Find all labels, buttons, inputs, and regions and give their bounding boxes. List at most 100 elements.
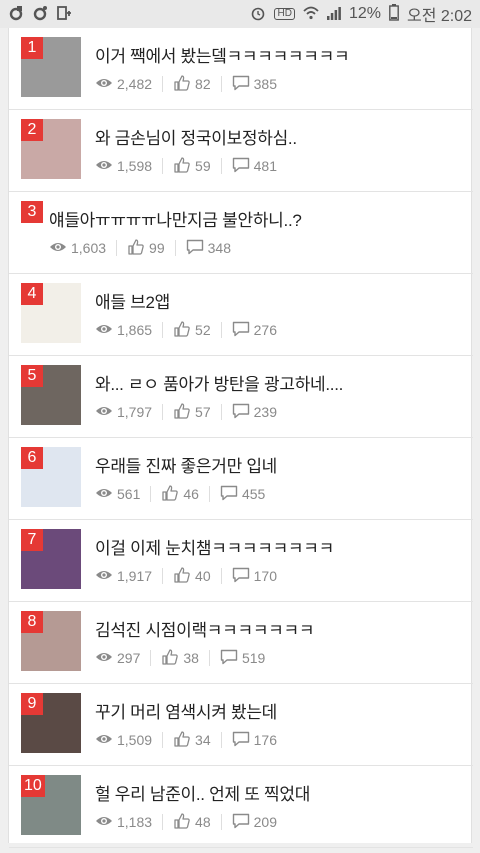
view-count-value: 561 — [117, 486, 141, 502]
rank-badge: 10 — [21, 775, 45, 797]
like-count-value: 52 — [195, 322, 211, 338]
view-count: 1,509 — [95, 731, 152, 750]
post-title[interactable]: 이걸 이제 눈치챔ㅋㅋㅋㅋㅋㅋㅋㅋ — [95, 534, 334, 559]
like-count-value: 38 — [183, 650, 199, 666]
view-count: 1,603 — [49, 239, 106, 258]
like-count: 34 — [173, 730, 211, 750]
post-stats: 1,603 99 348 — [49, 238, 231, 258]
view-count-value: 2,482 — [117, 76, 153, 92]
battery-icon — [389, 4, 399, 24]
thumbs-up-icon — [161, 648, 179, 668]
comment-count: 276 — [232, 321, 277, 340]
post-item[interactable]: 1 이거 짹에서 봤는뎈ㅋㅋㅋㅋㅋㅋㅋㅋ 2,482 82 385 — [9, 28, 473, 110]
stat-divider — [150, 486, 152, 502]
post-stats: 561 46 455 — [95, 484, 265, 504]
stat-divider — [220, 322, 222, 338]
view-count-value: 1,509 — [117, 732, 153, 748]
view-count-value: 1,797 — [117, 404, 153, 420]
post-stats: 1,598 59 481 — [95, 156, 277, 176]
camera-icon — [32, 5, 48, 24]
post-item[interactable]: 9 꾸기 머리 염색시켜 봤는데 1,509 34 176 — [9, 684, 473, 766]
comment-icon — [232, 813, 250, 832]
comment-count: 170 — [232, 567, 277, 586]
stat-divider — [162, 76, 164, 92]
comment-icon — [232, 567, 250, 586]
comment-icon — [220, 485, 238, 504]
stat-divider — [208, 650, 210, 666]
post-item[interactable]: 7 이걸 이제 눈치챔ㅋㅋㅋㅋㅋㅋㅋㅋ 1,917 40 170 — [9, 520, 473, 602]
like-count-value: 82 — [195, 76, 211, 92]
like-count-value: 40 — [195, 568, 211, 584]
post-title[interactable]: 얘들아ㅠㅠㅠㅠ나만지금 불안하니..? — [49, 206, 302, 231]
view-count-value: 1,183 — [117, 814, 153, 830]
battery-percent: 12% — [348, 5, 381, 22]
rank-badge: 5 — [21, 365, 43, 387]
post-item[interactable]: 6 우래들 진짜 좋은거만 입네 561 46 455 — [9, 438, 473, 520]
post-item[interactable]: 10 헐 우리 남준이.. 언제 또 찍었대 1,183 48 209 — [9, 766, 473, 848]
post-title[interactable]: 우래들 진짜 좋은거만 입네 — [95, 452, 277, 477]
post-title[interactable]: 꾸기 머리 염색시켜 봤는데 — [95, 698, 277, 723]
eye-icon — [95, 321, 113, 340]
status-bar-left — [8, 5, 72, 24]
post-item[interactable]: 4 애들 브2앱 1,865 52 276 — [9, 274, 473, 356]
view-count-value: 1,865 — [117, 322, 153, 338]
comment-count: 455 — [220, 485, 265, 504]
view-count-value: 1,598 — [117, 158, 153, 174]
post-stats: 1,865 52 276 — [95, 320, 277, 340]
stat-divider — [220, 568, 222, 584]
eye-icon — [95, 813, 113, 832]
stat-divider — [220, 732, 222, 748]
comment-count-value: 385 — [253, 76, 277, 92]
stat-divider — [220, 814, 222, 830]
comment-count: 348 — [186, 239, 231, 258]
post-title[interactable]: 와 금손님이 정국이보정하심.. — [95, 124, 297, 149]
eye-icon — [95, 403, 113, 422]
post-stats: 1,917 40 170 — [95, 566, 277, 586]
comment-count-value: 519 — [241, 650, 266, 666]
download-icon — [56, 5, 72, 24]
post-title[interactable]: 김석진 시점이랙ㅋㅋㅋㅋㅋㅋㅋ — [95, 616, 314, 641]
comment-count: 385 — [232, 75, 277, 94]
comment-count: 519 — [220, 649, 265, 668]
post-title[interactable]: 애들 브2앱 — [95, 288, 170, 313]
post-stats: 1,797 57 239 — [95, 402, 277, 422]
eye-icon — [95, 485, 113, 504]
post-title[interactable]: 헐 우리 남준이.. 언제 또 찍었대 — [95, 780, 310, 805]
rank-badge: 1 — [21, 37, 43, 59]
rank-badge: 4 — [21, 283, 43, 305]
view-count: 297 — [95, 649, 140, 668]
comment-count: 176 — [232, 731, 277, 750]
comment-count-value: 348 — [207, 240, 231, 256]
post-stats: 2,482 82 385 — [95, 74, 277, 94]
rank-badge: 7 — [21, 529, 43, 551]
post-title[interactable]: 와... ㄹㅇ 품아가 방탄을 광고하네.... — [95, 370, 343, 395]
like-count-value: 57 — [195, 404, 211, 420]
thumbs-up-icon — [173, 812, 191, 832]
comment-icon — [232, 731, 250, 750]
view-count-value: 1,603 — [71, 240, 107, 256]
post-item[interactable]: 8 김석진 시점이랙ㅋㅋㅋㅋㅋㅋㅋ 297 38 519 — [9, 602, 473, 684]
comment-icon — [232, 321, 250, 340]
like-count: 46 — [161, 484, 199, 504]
rank-badge: 3 — [21, 201, 43, 223]
view-count-value: 1,917 — [117, 568, 153, 584]
stat-divider — [162, 814, 164, 830]
thumbs-up-icon — [173, 566, 191, 586]
comment-count: 209 — [232, 813, 277, 832]
post-title[interactable]: 이거 짹에서 봤는뎈ㅋㅋㅋㅋㅋㅋㅋㅋ — [95, 42, 350, 67]
like-count: 48 — [173, 812, 211, 832]
comment-icon — [186, 239, 204, 258]
post-stats: 297 38 519 — [95, 648, 265, 668]
post-item[interactable]: 2 와 금손님이 정국이보정하심.. 1,598 59 481 — [9, 110, 473, 192]
comment-count-value: 176 — [253, 732, 277, 748]
post-item[interactable]: 5 와... ㄹㅇ 품아가 방탄을 광고하네.... 1,797 57 239 — [9, 356, 473, 438]
post-item[interactable]: 3 얘들아ㅠㅠㅠㅠ나만지금 불안하니..? 1,603 99 348 — [9, 192, 473, 274]
view-count: 1,797 — [95, 403, 152, 422]
view-count: 1,598 — [95, 157, 152, 176]
thumbs-up-icon — [173, 74, 191, 94]
eye-icon — [95, 731, 113, 750]
view-count: 1,917 — [95, 567, 152, 586]
stat-divider — [220, 158, 222, 174]
rank-badge: 2 — [21, 119, 43, 141]
like-count: 59 — [173, 156, 211, 176]
